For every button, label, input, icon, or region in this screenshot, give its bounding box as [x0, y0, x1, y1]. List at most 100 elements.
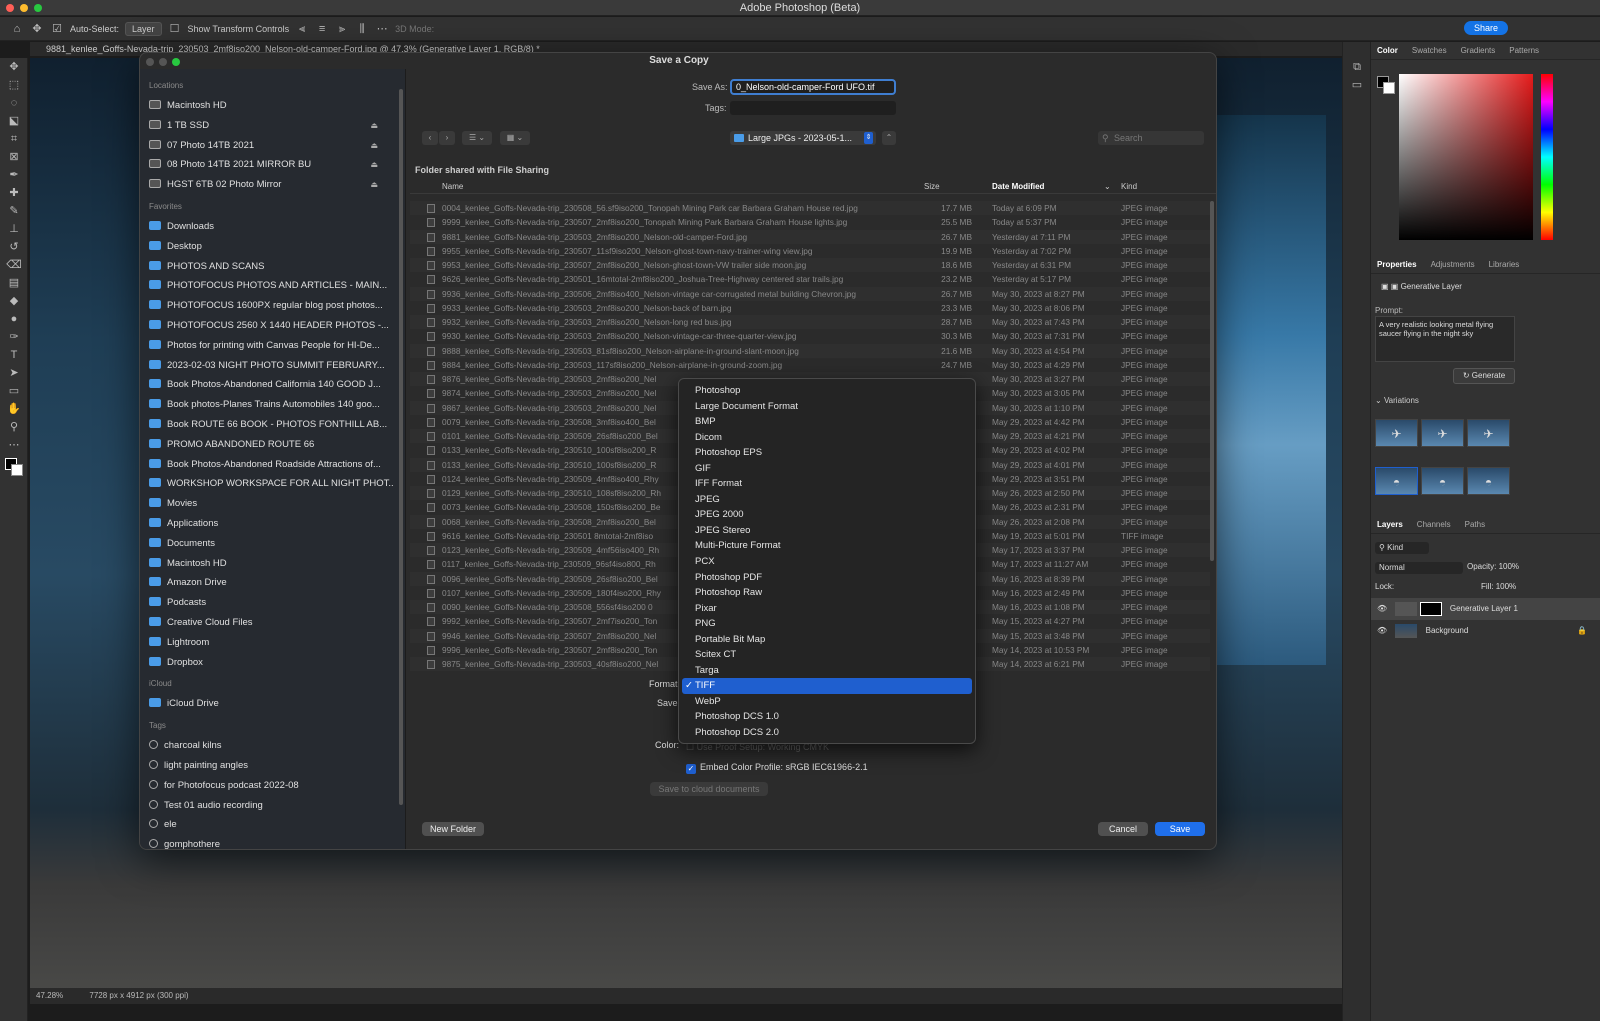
sidebar-tag-item[interactable]: for Photofocus podcast 2022-08 — [149, 777, 394, 795]
format-menu-item[interactable]: BMP — [679, 414, 975, 430]
tab-adjustments[interactable]: Adjustments — [1431, 260, 1475, 269]
zoom-tool-icon[interactable]: ⚲ — [0, 418, 28, 436]
select-tool-icon[interactable]: ⬕ — [0, 112, 28, 130]
tags-input[interactable] — [730, 101, 896, 115]
more-tools-icon[interactable]: ⋯ — [0, 436, 28, 454]
file-row[interactable]: 9626_kenlee_Goffs-Nevada-trip_230501_16m… — [410, 272, 1210, 286]
format-menu-item[interactable]: Pixar — [679, 601, 975, 617]
sidebar-tag-item[interactable]: ele — [149, 816, 394, 834]
file-list-scrollbar[interactable] — [1210, 201, 1214, 561]
sidebar-favorite-item[interactable]: Book ROUTE 66 BOOK - PHOTOS FONTHILL AB.… — [149, 416, 394, 434]
sidebar-tag-item[interactable]: light painting angles — [149, 757, 394, 775]
pen-tool-icon[interactable]: ✑ — [0, 328, 28, 346]
eject-icon[interactable]: ⏏ — [370, 137, 378, 155]
forward-button[interactable]: › — [439, 131, 455, 145]
format-menu-item[interactable]: Photoshop — [679, 383, 975, 399]
more-icon[interactable]: ⋯ — [375, 23, 389, 35]
sidebar-tag-item[interactable]: Test 01 audio recording — [149, 797, 394, 815]
sidebar-favorite-item[interactable]: Lightroom — [149, 634, 394, 652]
eraser-tool-icon[interactable]: ⌫ — [0, 256, 28, 274]
tab-layers[interactable]: Layers — [1377, 520, 1403, 529]
stamp-tool-icon[interactable]: ⊥ — [0, 220, 28, 238]
dialog-zoom-button[interactable] — [172, 58, 180, 66]
eject-icon[interactable]: ⏏ — [370, 156, 378, 174]
align-left-icon[interactable]: ⫷ — [295, 23, 309, 35]
sidebar-favorite-item[interactable]: WORKSHOP WORKSPACE FOR ALL NIGHT PHOT... — [149, 475, 394, 493]
sidebar-location-item[interactable]: 1 TB SSD ⏏ — [149, 117, 394, 135]
frame-tool-icon[interactable]: ⊠ — [0, 148, 28, 166]
file-row[interactable]: 9999_kenlee_Goffs-Nevada-trip_230507_2mf… — [410, 215, 1210, 229]
sidebar-favorite-item[interactable]: Book Photos-Abandoned California 140 GOO… — [149, 376, 394, 394]
history-panel-icon[interactable]: ⧉ — [1343, 58, 1371, 76]
sidebar-favorite-item[interactable]: Applications — [149, 515, 394, 533]
column-date-modified[interactable]: Date Modified — [992, 180, 1044, 194]
format-menu-item[interactable]: Portable Bit Map — [679, 632, 975, 648]
color-swatches[interactable] — [0, 454, 27, 484]
format-menu-item[interactable]: PCX — [679, 554, 975, 570]
sidebar-favorite-item[interactable]: Downloads — [149, 218, 394, 236]
tab-channels[interactable]: Channels — [1417, 520, 1451, 529]
format-menu-item[interactable]: Multi-Picture Format — [679, 538, 975, 554]
file-row[interactable]: 9930_kenlee_Goffs-Nevada-trip_230503_2mf… — [410, 329, 1210, 343]
eyedropper-tool-icon[interactable]: ✒ — [0, 166, 28, 184]
checkbox-checked-icon[interactable]: ✓ — [686, 764, 696, 774]
sidebar-favorite-item[interactable]: PHOTOS AND SCANS — [149, 258, 394, 276]
format-menu-item[interactable]: Large Document Format — [679, 399, 975, 415]
sidebar-favorite-item[interactable]: Amazon Drive — [149, 574, 394, 592]
sidebar-favorite-item[interactable]: Desktop — [149, 238, 394, 256]
format-menu-item[interactable]: IFF Format — [679, 476, 975, 492]
sidebar-favorite-item[interactable]: PHOTOFOCUS 2560 X 1440 HEADER PHOTOS -..… — [149, 317, 394, 335]
sidebar-favorite-item[interactable]: Photos for printing with Canvas People f… — [149, 337, 394, 355]
tab-paths[interactable]: Paths — [1465, 520, 1485, 529]
sidebar-scrollbar[interactable] — [399, 89, 403, 805]
dialog-close-button[interactable] — [146, 58, 154, 66]
file-row[interactable]: 9953_kenlee_Goffs-Nevada-trip_230507_2mf… — [410, 258, 1210, 273]
format-menu-item[interactable]: Photoshop DCS 1.0 — [679, 709, 975, 725]
marquee-tool-icon[interactable]: ⬚ — [0, 76, 28, 94]
file-row[interactable]: 9933_kenlee_Goffs-Nevada-trip_230503_2mf… — [410, 301, 1210, 315]
hue-slider[interactable] — [1541, 74, 1553, 240]
crop-tool-icon[interactable]: ⌗ — [0, 130, 28, 148]
variation-thumb-1[interactable]: ✈ — [1375, 419, 1418, 447]
location-popup[interactable]: Large JPGs - 2023-05-1... ⇕ — [730, 131, 876, 145]
layer-row[interactable]: 👁 Background 🔒 — [1371, 620, 1600, 642]
new-folder-button[interactable]: New Folder — [422, 822, 484, 836]
sidebar-icloud-item[interactable]: iCloud Drive — [149, 695, 394, 713]
sidebar-favorite-item[interactable]: PHOTOFOCUS PHOTOS AND ARTICLES - MAIN... — [149, 277, 394, 295]
column-name[interactable]: Name — [442, 180, 463, 194]
tab-patterns[interactable]: Patterns — [1509, 46, 1539, 55]
format-menu-item[interactable]: JPEG — [679, 492, 975, 508]
format-menu-item[interactable]: Targa — [679, 663, 975, 679]
format-menu-item[interactable]: JPEG 2000 — [679, 507, 975, 523]
fill-control[interactable]: Fill: 100% — [1481, 582, 1516, 591]
format-menu-item[interactable]: GIF — [679, 461, 975, 477]
checkbox-icon[interactable]: ☐ — [168, 23, 182, 35]
brush-tool-icon[interactable]: ✎ — [0, 202, 28, 220]
format-menu-item[interactable]: Photoshop Raw — [679, 585, 975, 601]
embed-profile-option[interactable]: ✓ Embed Color Profile: sRGB IEC61966-2.1 — [686, 762, 868, 774]
collapse-button[interactable]: ⌃ — [882, 131, 896, 145]
variation-thumb-5[interactable]: ◓ — [1421, 467, 1464, 495]
tab-swatches[interactable]: Swatches — [1412, 46, 1447, 55]
list-view-button[interactable]: ☰ ⌄ — [462, 131, 492, 145]
file-row[interactable]: 9881_kenlee_Goffs-Nevada-trip_230503_2mf… — [410, 229, 1210, 244]
align-center-icon[interactable]: ≡ — [315, 23, 329, 35]
checkbox-icon[interactable]: ☑ — [50, 23, 64, 35]
zoom-level[interactable]: 47.28% — [36, 991, 63, 1000]
format-menu-item[interactable]: WebP — [679, 694, 975, 710]
zoom-window-button[interactable] — [34, 4, 42, 12]
grid-view-button[interactable]: ▦ ⌄ — [500, 131, 530, 145]
sidebar-favorite-item[interactable]: PROMO ABANDONED ROUTE 66 — [149, 436, 394, 454]
back-button[interactable]: ‹ — [422, 131, 438, 145]
sidebar-location-item[interactable]: Macintosh HD — [149, 97, 394, 115]
sidebar-favorite-item[interactable]: 2023-02-03 NIGHT PHOTO SUMMIT FEBRUARY..… — [149, 357, 394, 375]
format-menu-item[interactable]: JPEG Stereo — [679, 523, 975, 539]
file-row[interactable]: 9884_kenlee_Goffs-Nevada-trip_230503_117… — [410, 358, 1210, 372]
save-to-cloud-button[interactable]: Save to cloud documents — [650, 782, 768, 796]
sidebar-location-item[interactable]: 07 Photo 14TB 2021 ⏏ — [149, 137, 394, 155]
sidebar-favorite-item[interactable]: Macintosh HD — [149, 555, 394, 573]
kind-filter[interactable]: ⚲ Kind — [1375, 542, 1429, 554]
sidebar-favorite-item[interactable]: Podcasts — [149, 594, 394, 612]
layer-row[interactable]: 👁 Generative Layer 1 — [1371, 598, 1600, 620]
format-menu-item[interactable]: Scitex CT — [679, 647, 975, 663]
